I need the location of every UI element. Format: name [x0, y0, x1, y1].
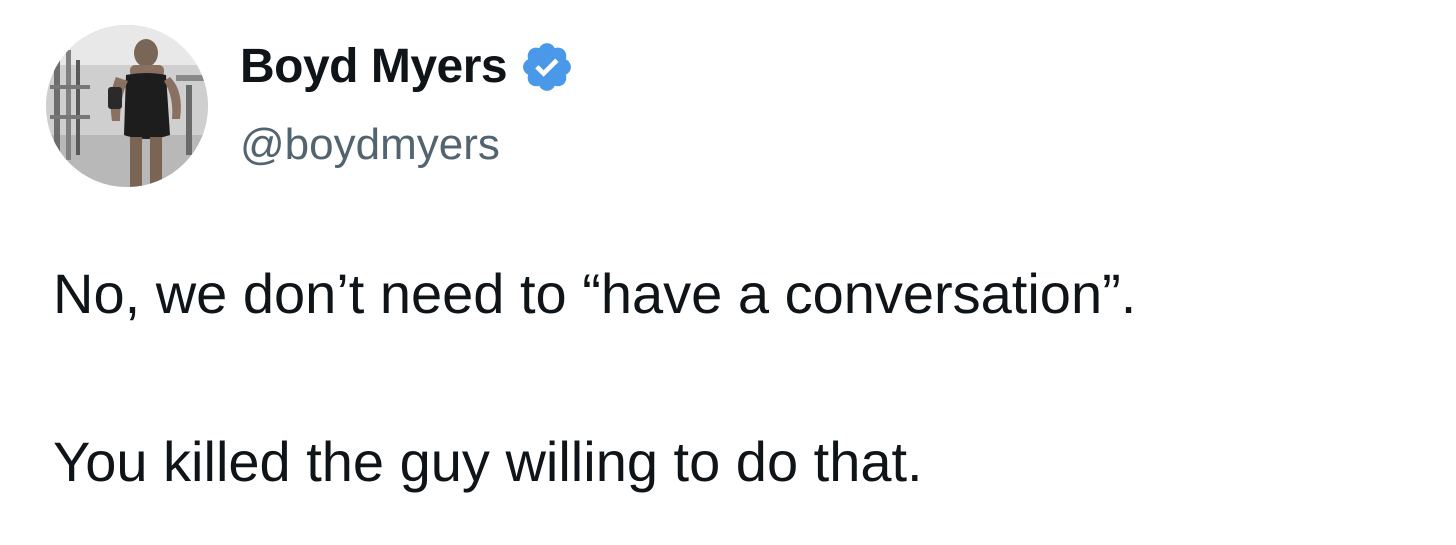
- user-handle[interactable]: @boydmyers: [240, 118, 500, 172]
- verified-badge-icon: [519, 39, 575, 95]
- user-display-name[interactable]: Boyd Myers: [240, 38, 508, 96]
- tweet-card: Boyd Myers @boydmyers No, we don’t need …: [0, 0, 1456, 545]
- tweet-text-line: You killed the guy willing to do that.: [53, 430, 923, 493]
- avatar-photo: [46, 25, 208, 187]
- tweet-text-line: No, we don’t need to “have a conversatio…: [53, 262, 1137, 325]
- tweet-text: No, we don’t need to “have a conversatio…: [53, 258, 1433, 498]
- avatar[interactable]: [46, 25, 208, 187]
- user-name-row[interactable]: Boyd Myers: [240, 38, 575, 96]
